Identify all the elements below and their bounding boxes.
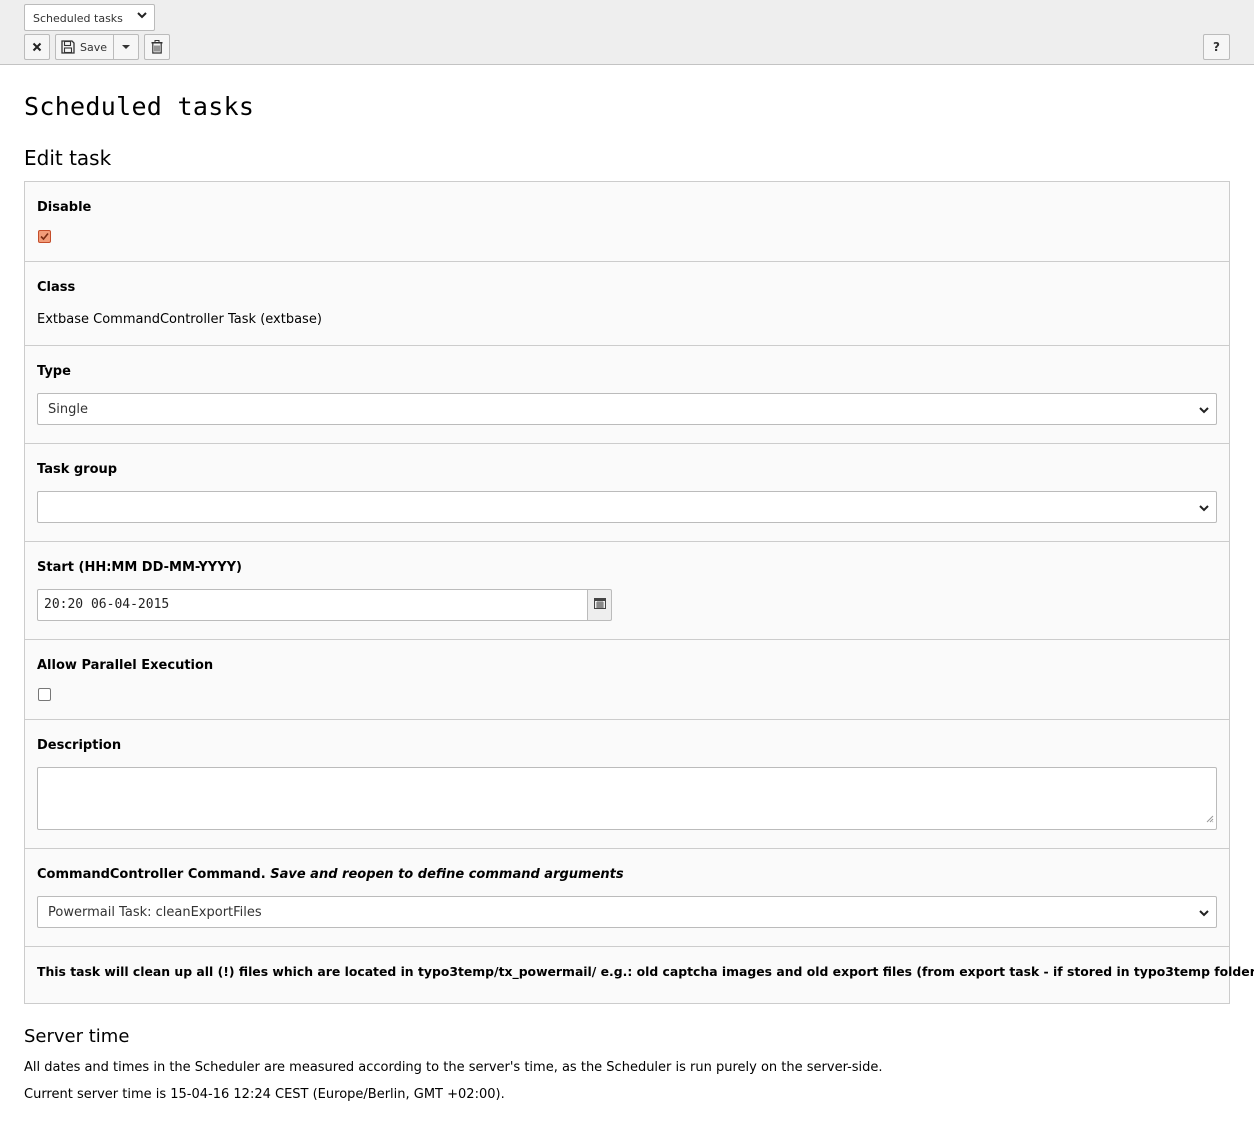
command-select[interactable]: Powermail Task: cleanExportFiles	[37, 896, 1217, 928]
current-server-time: Current server time is 15-04-16 12:24 CE…	[24, 1087, 505, 1102]
form-row-start: Start (HH:MM DD-MM-YYYY) 20:20 06-04-201…	[25, 542, 1229, 640]
task-group-label: Task group	[37, 462, 118, 477]
module-select[interactable]: Scheduled tasks	[24, 4, 155, 31]
save-button-label: Save	[80, 40, 108, 54]
chevron-down-icon	[1199, 502, 1209, 517]
class-value: Extbase CommandController Task (extbase)	[37, 312, 322, 327]
close-icon	[32, 42, 42, 52]
page-title: Scheduled tasks	[24, 92, 255, 121]
start-datetime-input[interactable]: 20:20 06-04-2015	[37, 589, 588, 621]
server-time-note: All dates and times in the Scheduler are…	[24, 1060, 883, 1075]
chevron-down-icon	[137, 10, 147, 23]
type-label: Type	[37, 364, 71, 379]
disable-checkbox[interactable]	[38, 230, 51, 243]
command-label-note: Save and reopen to define command argume…	[270, 867, 624, 882]
parallel-checkbox[interactable]	[38, 688, 51, 701]
doc-header: Scheduled tasks Save ?	[0, 0, 1254, 65]
datepicker-button[interactable]	[587, 589, 612, 621]
command-select-value: Powermail Task: cleanExportFiles	[48, 905, 262, 920]
section-title-server-time: Server time	[24, 1026, 130, 1047]
resize-grip-icon[interactable]	[1206, 812, 1214, 827]
form-row-parallel: Allow Parallel Execution	[25, 640, 1229, 720]
form-row-info: This task will clean up all (!) files wh…	[25, 947, 1254, 1003]
description-textarea[interactable]	[37, 767, 1217, 830]
form-row-type: Type Single	[25, 346, 1229, 444]
form-row-class: Class Extbase CommandController Task (ex…	[25, 262, 1229, 346]
save-options-dropdown[interactable]	[113, 34, 139, 60]
form-row-disable: Disable	[25, 182, 1229, 262]
calendar-icon	[593, 597, 606, 613]
task-info-text: This task will clean up all (!) files wh…	[37, 964, 1254, 979]
trash-icon	[151, 40, 163, 54]
check-icon	[40, 232, 49, 241]
chevron-down-icon	[1199, 907, 1209, 922]
form-row-description: Description	[25, 720, 1229, 849]
form-row-task-group: Task group	[25, 444, 1229, 542]
type-select-value: Single	[48, 402, 88, 417]
close-button[interactable]	[24, 34, 50, 60]
save-button[interactable]: Save	[55, 34, 114, 60]
task-group-select[interactable]	[37, 491, 1217, 523]
form-row-command: CommandController Command. Save and reop…	[25, 849, 1229, 947]
parallel-label: Allow Parallel Execution	[37, 658, 214, 673]
chevron-down-icon	[1199, 404, 1209, 419]
edit-task-form: Disable Class Extbase CommandController …	[24, 181, 1254, 1004]
type-select[interactable]: Single	[37, 393, 1217, 425]
class-label: Class	[37, 280, 76, 295]
start-label: Start (HH:MM DD-MM-YYYY)	[37, 560, 242, 575]
delete-button[interactable]	[144, 34, 170, 60]
disable-label: Disable	[37, 200, 92, 215]
section-title-edit-task: Edit task	[24, 146, 112, 170]
module-select-value: Scheduled tasks	[33, 12, 123, 25]
start-datetime-value: 20:20 06-04-2015	[44, 597, 170, 612]
description-label: Description	[37, 738, 122, 753]
caret-down-icon	[122, 44, 130, 50]
command-label: CommandController Command. Save and reop…	[37, 867, 624, 882]
command-label-text: CommandController Command.	[37, 867, 266, 882]
help-icon: ?	[1213, 40, 1220, 54]
save-icon	[61, 40, 75, 54]
help-button[interactable]: ?	[1203, 34, 1230, 60]
